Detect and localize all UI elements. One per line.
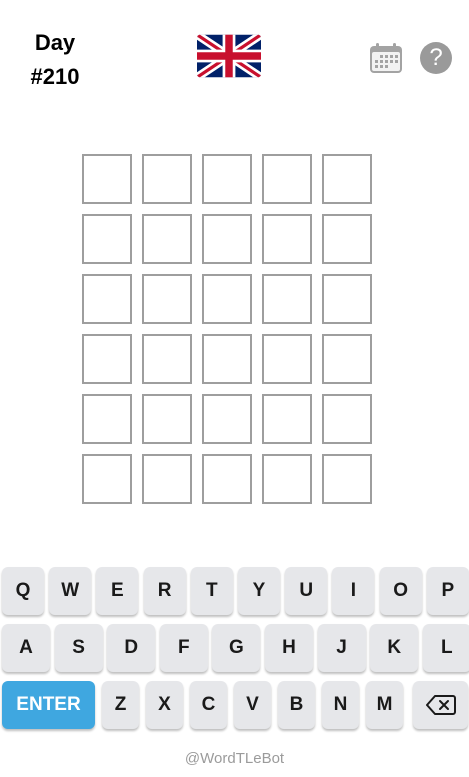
key-e[interactable]: E — [96, 567, 139, 615]
key-t[interactable]: T — [190, 567, 233, 615]
key-i[interactable]: I — [332, 567, 375, 615]
letter-tile — [202, 454, 252, 504]
letter-tile — [322, 394, 372, 444]
letter-tile — [82, 274, 132, 324]
letter-tile — [82, 454, 132, 504]
help-icon[interactable]: ? — [420, 42, 452, 74]
letter-tile — [262, 394, 312, 444]
letter-tile — [142, 214, 192, 264]
letter-tile — [322, 214, 372, 264]
board-row — [82, 274, 392, 324]
letter-tile — [322, 274, 372, 324]
letter-tile — [202, 394, 252, 444]
letter-tile — [262, 154, 312, 204]
letter-tile — [82, 214, 132, 264]
letter-tile — [82, 394, 132, 444]
key-s[interactable]: S — [54, 624, 103, 672]
calendar-icon[interactable] — [369, 42, 403, 74]
header-bar: Day #210 ? — [0, 0, 469, 110]
letter-tile — [142, 394, 192, 444]
board-row — [82, 214, 392, 264]
board-row — [82, 394, 392, 444]
uk-flag-icon[interactable] — [197, 33, 261, 79]
key-o[interactable]: O — [379, 567, 422, 615]
key-v[interactable]: V — [234, 681, 271, 729]
letter-tile — [202, 274, 252, 324]
key-p[interactable]: P — [426, 567, 469, 615]
key-b[interactable]: B — [278, 681, 315, 729]
key-j[interactable]: J — [317, 624, 366, 672]
letter-tile — [322, 334, 372, 384]
letter-tile — [202, 334, 252, 384]
letter-tile — [142, 334, 192, 384]
backspace-icon — [425, 695, 456, 715]
guess-board — [82, 154, 392, 514]
letter-tile — [142, 454, 192, 504]
key-backspace[interactable] — [413, 681, 468, 729]
letter-tile — [202, 214, 252, 264]
board-row — [82, 154, 392, 204]
letter-tile — [142, 154, 192, 204]
key-m[interactable]: M — [366, 681, 403, 729]
letter-tile — [82, 334, 132, 384]
letter-tile — [262, 454, 312, 504]
key-f[interactable]: F — [159, 624, 208, 672]
day-number: #210 — [30, 64, 80, 89]
key-r[interactable]: R — [143, 567, 186, 615]
letter-tile — [322, 154, 372, 204]
letter-tile — [82, 154, 132, 204]
key-z[interactable]: Z — [102, 681, 139, 729]
key-x[interactable]: X — [146, 681, 183, 729]
key-g[interactable]: G — [212, 624, 261, 672]
board-row — [82, 454, 392, 504]
letter-tile — [142, 274, 192, 324]
key-k[interactable]: K — [370, 624, 419, 672]
day-indicator: Day #210 — [20, 26, 90, 94]
board-row — [82, 334, 392, 384]
key-q[interactable]: Q — [2, 567, 44, 615]
letter-tile — [202, 154, 252, 204]
letter-tile — [322, 454, 372, 504]
key-d[interactable]: D — [107, 624, 156, 672]
letter-tile — [262, 334, 312, 384]
key-w[interactable]: W — [49, 567, 92, 615]
day-label: Day — [34, 30, 76, 55]
key-a[interactable]: A — [2, 624, 50, 672]
letter-tile — [262, 214, 312, 264]
key-l[interactable]: L — [422, 624, 469, 672]
key-c[interactable]: C — [190, 681, 227, 729]
key-n[interactable]: N — [322, 681, 359, 729]
letter-tile — [262, 274, 312, 324]
key-y[interactable]: Y — [238, 567, 280, 615]
key-u[interactable]: U — [285, 567, 328, 615]
key-enter[interactable]: ENTER — [2, 681, 95, 729]
bot-credit: @WordTLeBot — [184, 750, 285, 767]
key-h[interactable]: H — [265, 624, 313, 672]
